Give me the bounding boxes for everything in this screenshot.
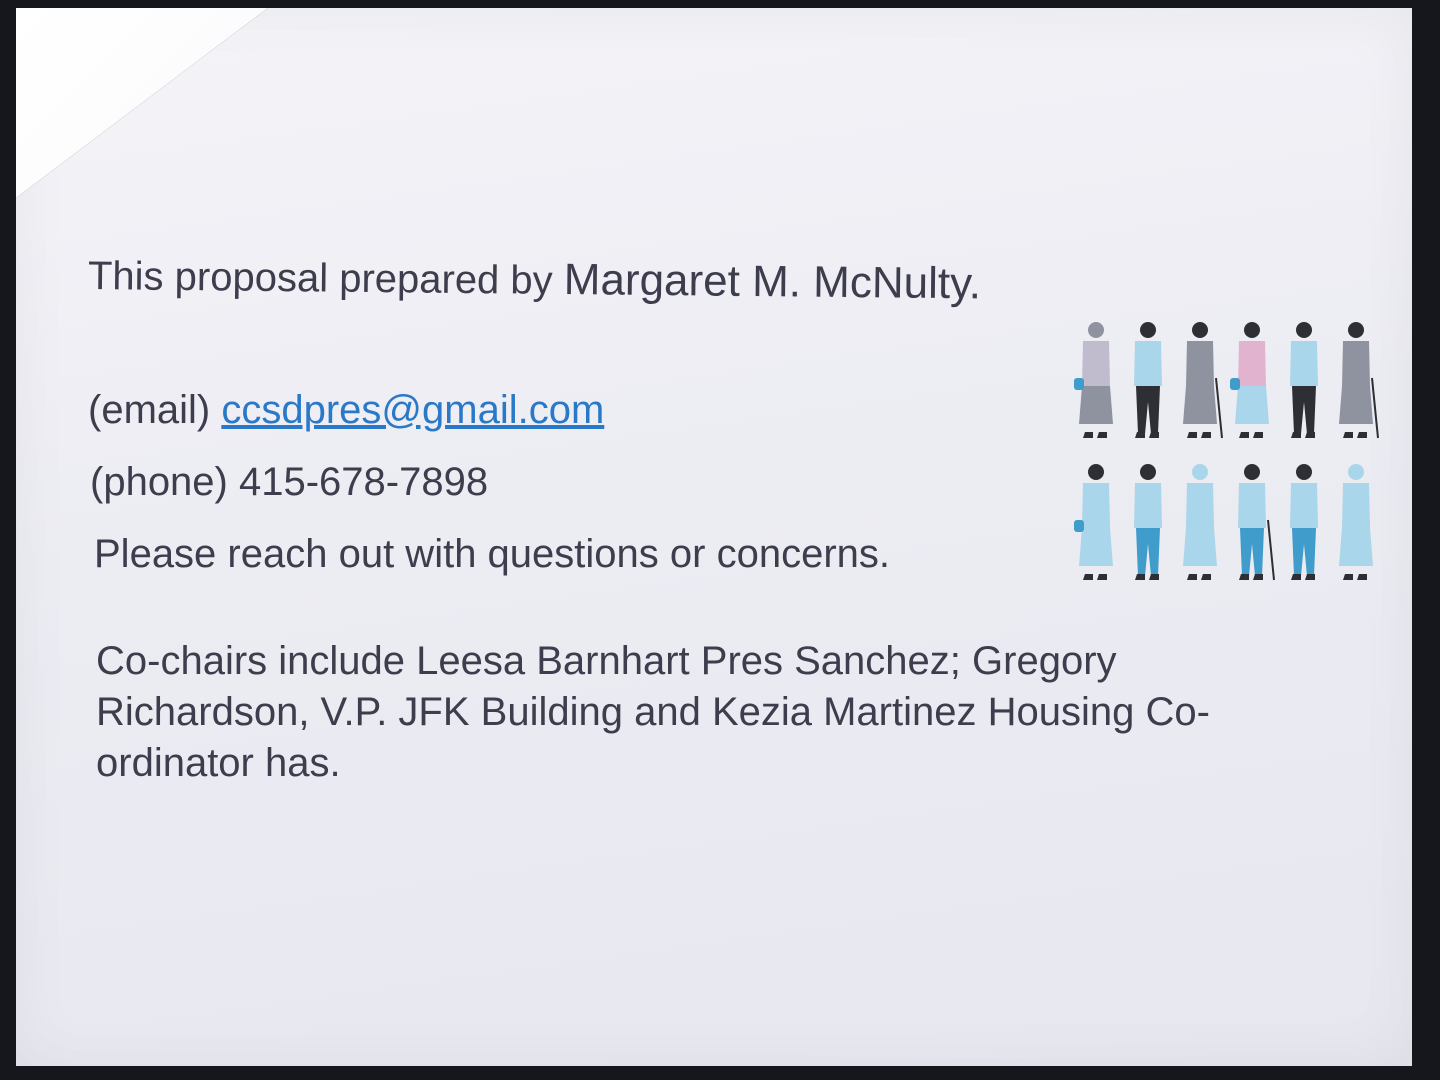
elder-figure (1074, 464, 1113, 580)
phone-label: (phone) (90, 460, 228, 504)
elder-figure (1290, 464, 1318, 580)
elder-figure (1339, 464, 1373, 580)
seniors-group-icon (1074, 322, 1379, 581)
prepared-by-prefix: This proposal prepared by (87, 254, 553, 303)
prepared-by-line: This proposal prepared by Margaret M. Mc… (88, 250, 982, 309)
elder-figure (1134, 322, 1162, 438)
email-line: (email) ccsdpres@gmail.com (88, 388, 604, 433)
phone-line: (phone) 415-678-7898 (90, 460, 488, 505)
elder-figure (1183, 464, 1217, 580)
email-link[interactable]: ccsdpres@gmail.com (221, 388, 604, 432)
elder-figure (1238, 464, 1275, 581)
email-label: (email) (88, 388, 211, 432)
elder-figure (1230, 322, 1269, 438)
elder-figure (1134, 464, 1162, 580)
preparer-name: Margaret M. McNulty. (563, 254, 982, 309)
elder-figure (1290, 322, 1318, 438)
elder-figure (1183, 322, 1223, 439)
phone-number: 415-678-7898 (239, 460, 489, 504)
cochairs-paragraph: Co-chairs include Leesa Barnhart Pres Sa… (96, 639, 1210, 785)
contact-note: Please reach out with questions or conce… (94, 532, 890, 576)
elder-figure (1074, 322, 1113, 438)
elder-figure (1339, 322, 1379, 439)
